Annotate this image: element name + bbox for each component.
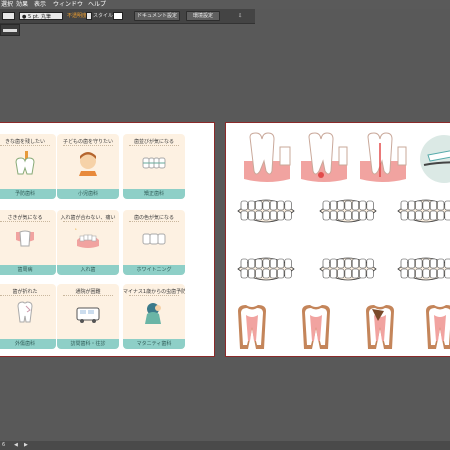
jaw-illustration (237, 199, 295, 223)
mouth-circle-illustration (420, 135, 450, 183)
card-divider (0, 145, 50, 146)
braces-icon (141, 150, 167, 176)
menu-help[interactable]: ヘルプ (88, 0, 106, 9)
card-divider (129, 145, 179, 146)
brush-select[interactable]: ● 5 pt. 丸筆 (19, 12, 63, 20)
opacity-label[interactable]: 不透明度 (67, 12, 87, 20)
service-card[interactable]: 通院が困難訪問歯科・往診 (57, 284, 119, 349)
stroke-weight-field[interactable] (2, 12, 15, 20)
card-footer: 歯周病 (0, 265, 56, 275)
card-divider (129, 221, 179, 222)
card-footer: 矯正歯科 (123, 189, 185, 199)
card-footer: 外傷歯科 (0, 339, 56, 349)
card-footer: 小児歯科 (57, 189, 119, 199)
card-title: さきが気になる (7, 215, 43, 221)
jaw-illustration (397, 199, 450, 223)
card-divider (129, 295, 179, 296)
card-title: 入れ歯が合わない、痛い (60, 215, 116, 221)
style-swatch[interactable] (113, 12, 123, 20)
card-title: マイナス1歳からの虫歯予防 (123, 289, 185, 295)
card-divider (0, 295, 50, 296)
child-icon (75, 150, 101, 176)
tooth-gum-illustration-3 (360, 132, 407, 182)
style-label: スタイル (93, 13, 114, 19)
service-card[interactable]: 歯が折れた 外傷歯科 (0, 284, 56, 349)
artboard-right[interactable] (225, 122, 450, 357)
menu-select[interactable]: 選択 (1, 0, 13, 9)
opacity-field[interactable] (86, 12, 92, 20)
tooth-illustrations (237, 132, 450, 349)
panel-bar-icon (3, 29, 17, 32)
card-footer: ホワイトニング (123, 265, 185, 275)
service-card[interactable]: 入れ歯が合わない、痛い ﾟ 入れ歯 (57, 210, 119, 275)
jaw-illustration (237, 257, 295, 281)
card-footer: 予防歯科 (0, 189, 56, 199)
card-title: きな歯を残したい (4, 139, 45, 145)
service-card[interactable]: 歯の色が気になるホワイトニング (123, 210, 185, 275)
card-footer: 入れ歯 (57, 265, 119, 275)
svg-text:ﾟ: ﾟ (75, 229, 78, 236)
card-title: 子どもの歯を守りたい (62, 139, 113, 145)
document-setup-button[interactable]: ドキュメント設定 (134, 11, 180, 21)
card-footer: マタニティ歯科 (123, 339, 185, 349)
denture-icon: ﾟ (75, 226, 101, 252)
broken-tooth-icon (12, 300, 38, 326)
zoom-level[interactable]: 6 (2, 441, 5, 450)
white-teeth-icon (141, 226, 167, 252)
arrange-icon[interactable]: ⇩ (238, 12, 242, 20)
card-title: 歯の色が気になる (133, 215, 174, 221)
prev-artboard-button[interactable]: ◀ (14, 441, 18, 450)
artboard-left[interactable]: きな歯を残したい 予防歯科 子どもの歯を守りたい 小児歯科 歯並びが気になる 矯正歯科 さき… (0, 122, 215, 357)
service-card[interactable]: きな歯を残したい予防歯科 (0, 134, 56, 199)
card-divider (0, 221, 50, 222)
service-card[interactable]: 歯並びが気になる矯正歯科 (123, 134, 185, 199)
toothbrush-tooth-icon (12, 150, 38, 176)
car-icon (75, 300, 101, 326)
next-artboard-button[interactable]: ▶ (24, 441, 28, 450)
menu-effect[interactable]: 効果 (16, 0, 28, 9)
tooth-cross-section (302, 305, 330, 349)
tooth-cross-section (426, 305, 450, 349)
tool-panel[interactable] (0, 24, 20, 36)
menu-view[interactable]: 表示 (34, 0, 46, 9)
preferences-button[interactable]: 環境設定 (186, 11, 220, 21)
card-footer: 訪問歯科・往診 (57, 339, 119, 349)
jaw-illustration (319, 257, 377, 281)
card-title: 通院が困難 (75, 289, 101, 295)
control-bar: ● 5 pt. 丸筆 不透明度 スタイル ドキュメント設定 環境設定 ⇩ (0, 9, 255, 24)
service-card[interactable]: マイナス1歳からの虫歯予防マタニティ歯科 (123, 284, 185, 349)
gum-tooth-icon (12, 226, 38, 252)
card-divider (63, 145, 113, 146)
tooth-cross-section (366, 305, 394, 349)
card-divider (63, 295, 113, 296)
jaw-illustration (319, 199, 377, 223)
service-card[interactable]: さきが気になる歯周病 (0, 210, 56, 275)
tooth-gum-illustration-1 (244, 132, 291, 182)
card-title: 歯並びが気になる (133, 139, 174, 145)
menu-window[interactable]: ウィンドウ (53, 0, 83, 9)
pregnant-icon (141, 300, 167, 326)
brush-value: 5 pt. 丸筆 (27, 14, 52, 20)
menu-bar: 選択 効果 表示 ウィンドウ ヘルプ (0, 0, 450, 9)
tooth-gum-illustration-2 (301, 132, 348, 182)
status-bar: 6 ◀ ▶ (0, 441, 450, 450)
service-card[interactable]: 子どもの歯を守りたい小児歯科 (57, 134, 119, 199)
tooth-cross-section (238, 305, 266, 349)
jaw-illustration (397, 257, 450, 281)
card-title: 歯が折れた (12, 289, 38, 295)
card-divider (63, 221, 113, 222)
